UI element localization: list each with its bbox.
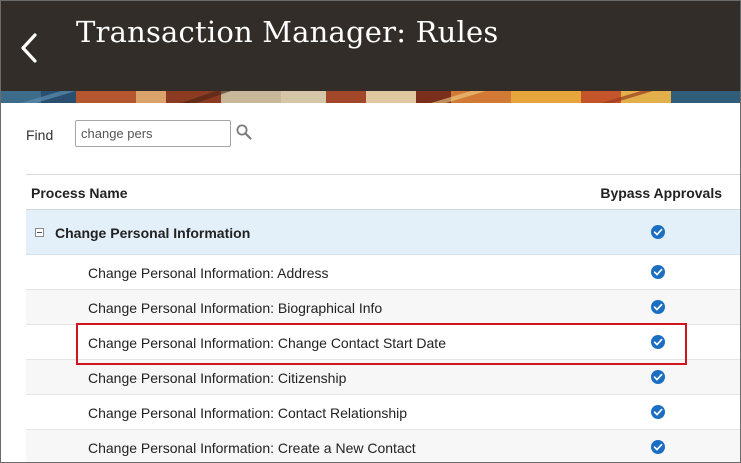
back-button[interactable] (13, 29, 47, 67)
page-title: Transaction Manager: Rules (76, 15, 499, 49)
search-icon (236, 124, 252, 140)
rules-table: Process Name Bypass Approvals Change Per… (26, 174, 740, 462)
group-label: Change Personal Information (55, 225, 251, 241)
check-circle-icon (651, 265, 665, 279)
process-name: Change Personal Information: Address (88, 265, 329, 281)
table-row[interactable]: Change Personal Information: Create a Ne… (26, 430, 740, 462)
process-name: Change Personal Information: Citizenship (88, 370, 347, 386)
page-header: Transaction Manager: Rules (1, 1, 740, 91)
column-header-process-name[interactable]: Process Name (31, 185, 128, 201)
check-circle-icon (651, 440, 665, 454)
process-name: Change Personal Information: Biographica… (88, 300, 383, 316)
check-circle-icon (651, 300, 665, 314)
decorative-banner (1, 91, 740, 103)
check-circle-icon (651, 225, 665, 239)
find-input[interactable] (75, 120, 231, 147)
chevron-left-icon (21, 33, 37, 63)
check-circle-icon (651, 370, 665, 384)
app-window: Transaction Manager: Rules Find Process (0, 0, 741, 463)
table-row[interactable]: Change Personal Information: Contact Rel… (26, 395, 740, 430)
collapse-icon[interactable] (35, 228, 44, 237)
search-button[interactable] (235, 123, 253, 141)
table-row[interactable]: Change Personal Information: Citizenship (26, 360, 740, 395)
group-row-change-personal-information[interactable]: Change Personal Information (26, 210, 740, 255)
table-row[interactable]: Change Personal Information: Change Cont… (26, 325, 740, 360)
check-circle-icon (651, 405, 665, 419)
process-name: Change Personal Information: Contact Rel… (88, 405, 408, 421)
process-name: Change Personal Information: Create a Ne… (88, 440, 416, 456)
table-header: Process Name Bypass Approvals (26, 174, 740, 210)
process-name: Change Personal Information: Change Cont… (88, 335, 446, 351)
check-circle-icon (651, 335, 665, 349)
table-row[interactable]: Change Personal Information: Biographica… (26, 290, 740, 325)
table-row[interactable]: Change Personal Information: Address (26, 255, 740, 290)
find-label: Find (26, 127, 54, 143)
column-header-bypass-approvals[interactable]: Bypass Approvals (600, 185, 722, 201)
